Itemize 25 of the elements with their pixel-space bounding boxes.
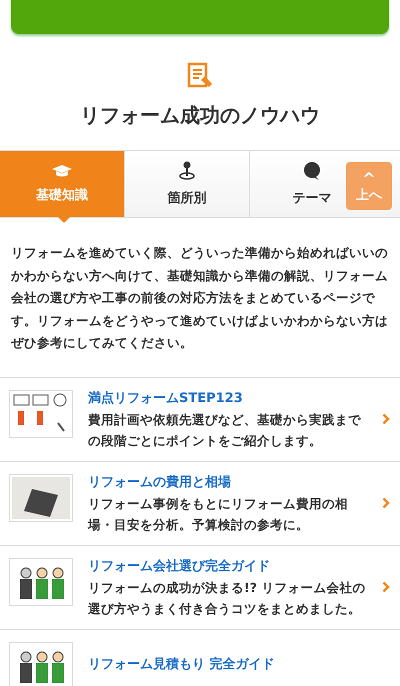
document-pencil-icon [187,62,213,90]
article-title: リフォーム会社選び完全ガイド [88,558,271,576]
top-banner-button[interactable] [11,0,389,34]
graduation-cap-icon [52,164,72,178]
article-description: リフォームの成功が決まる!? リフォーム会社の選び方やうまく付き合うコツをまとめました。 [88,578,366,618]
article-link[interactable]: リフォーム見積もり 完全ガイド [0,630,400,686]
chevron-right-icon [382,581,390,593]
article-title: リフォーム見積もり 完全ガイド [88,656,276,674]
section-heading: リフォーム成功のノウハウ [80,102,320,129]
illustration-placeholder [9,558,73,606]
chevron-right-icon [382,413,390,425]
map-pin-icon [178,161,196,181]
article-description: 費用計画や依頼先選びなど、基礎から実践までの段階ごとにポイントをご紹介します。 [88,410,362,450]
article-title: 満点リフォームSTEP123 [88,390,244,408]
article-title: リフォームの費用と相場 [88,474,232,492]
tab[interactable]: 箇所別 [125,151,250,217]
illustration-placeholder [9,390,73,438]
article-link[interactable]: リフォームの費用と相場 リフォーム事例をもとにリフォーム費用の相場・目安を分析。予算検討の参考に。 [0,462,400,546]
intro-text: リフォームを進めていく際、どういった準備から始めればいいのかわからない方へ向けて、基礎知識から準備の解説、リフォーム会社の選び方や工事の前後の対応方法をまとめているページです。リフォームをどうやって進めていけばよいかわからない方はぜひ参考にしてみてください。 [10,244,389,352]
chevron-right-icon [382,497,390,509]
article-link[interactable]: 満点リフォームSTEP123 費用計画や依頼先選びなど、基礎から実践までの段階ごとにポイントをご紹介します。 [0,378,400,462]
article-description: リフォーム事例をもとにリフォーム費用の相場・目安を分析。予算検討の参考に。 [88,494,349,534]
article-link[interactable]: リフォーム会社選び完全ガイド リフォームの成功が決まる!? リフォーム会社の選び方やうまく付き合うコツをまとめました。 [0,546,400,630]
calculator-photo-placeholder [9,474,73,522]
speech-bubble-icon [302,161,322,181]
